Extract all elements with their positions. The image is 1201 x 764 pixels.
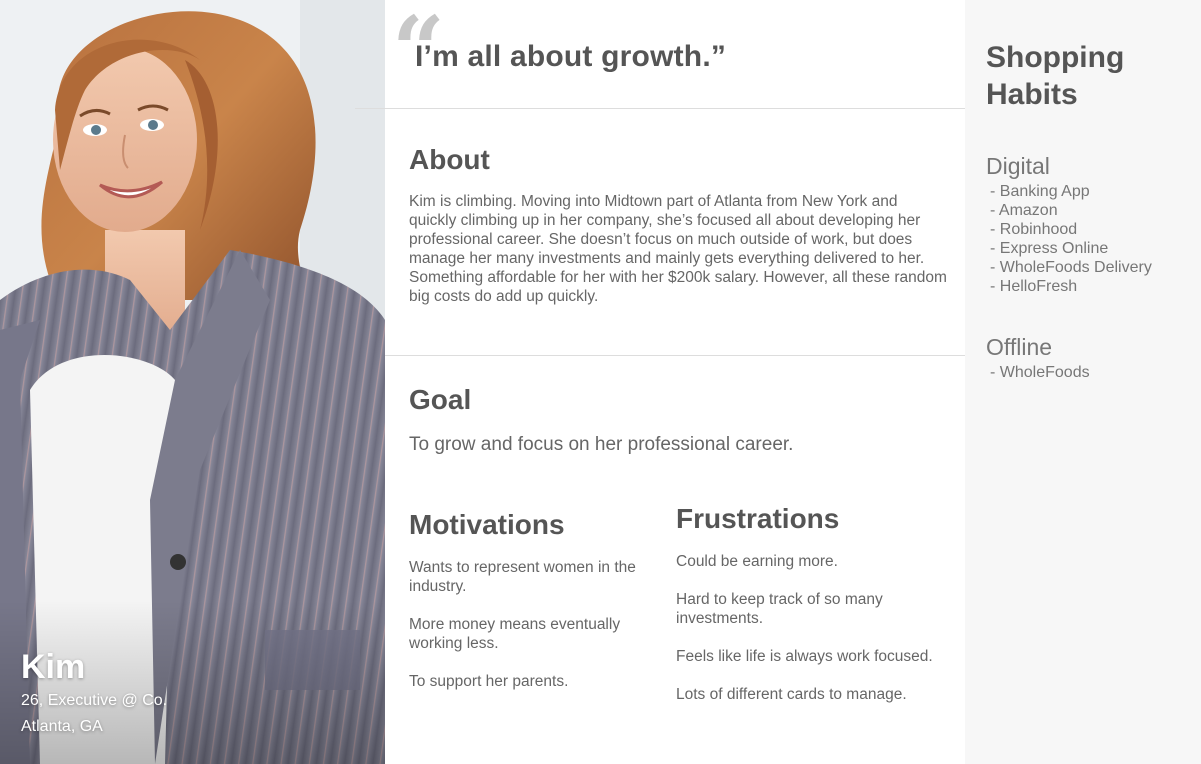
persona-location: Atlanta, GA <box>21 718 103 735</box>
list-item: - Express Online <box>990 240 1109 257</box>
list-item: - HelloFresh <box>990 278 1078 295</box>
persona-quote: I’m all about growth.” <box>415 40 727 73</box>
list-item: Hard to keep track of so many investment… <box>676 591 883 627</box>
shopping-habits-panel: Shopping Habits Digital - Banking App - … <box>965 0 1201 764</box>
offline-list: - WholeFoods <box>990 363 1090 382</box>
list-item: - Robinhood <box>990 221 1078 238</box>
motivations-list: Wants to represent women in the industry… <box>409 558 659 710</box>
list-item: - WholeFoods <box>990 364 1090 381</box>
divider-about <box>385 355 965 356</box>
list-item: Lots of different cards to manage. <box>676 686 907 703</box>
list-item: Feels like life is always work focused. <box>676 648 933 665</box>
list-item: Wants to represent women in the industry… <box>409 559 636 595</box>
goal-title: Goal <box>409 384 472 415</box>
list-item: - Banking App <box>990 183 1090 200</box>
persona-name: Kim <box>21 648 86 686</box>
goal-text: To grow and focus on her professional ca… <box>409 434 794 455</box>
list-item: Could be earning more. <box>676 553 838 570</box>
frustrations-title: Frustrations <box>676 503 840 534</box>
frustrations-list: Could be earning more. Hard to keep trac… <box>676 552 941 723</box>
motivations-title: Motivations <box>409 509 565 540</box>
list-item: More money means eventually working less… <box>409 616 621 652</box>
shopping-habits-title: Shopping Habits <box>986 41 1125 111</box>
list-item: - Amazon <box>990 202 1058 219</box>
list-item: To support her parents. <box>409 673 569 690</box>
about-text: Kim is climbing. Moving into Midtown par… <box>409 193 947 305</box>
digital-list: - Banking App - Amazon - Robinhood - Exp… <box>990 182 1152 296</box>
persona-photo: Kim 26, Executive @ Co. Atlanta, GA <box>0 0 385 764</box>
digital-title: Digital <box>986 153 1050 179</box>
persona-role: 26, Executive @ Co. <box>21 692 168 709</box>
list-item: - WholeFoods Delivery <box>990 259 1152 276</box>
about-title: About <box>409 144 490 175</box>
offline-title: Offline <box>986 334 1053 360</box>
divider-quote <box>355 108 965 109</box>
